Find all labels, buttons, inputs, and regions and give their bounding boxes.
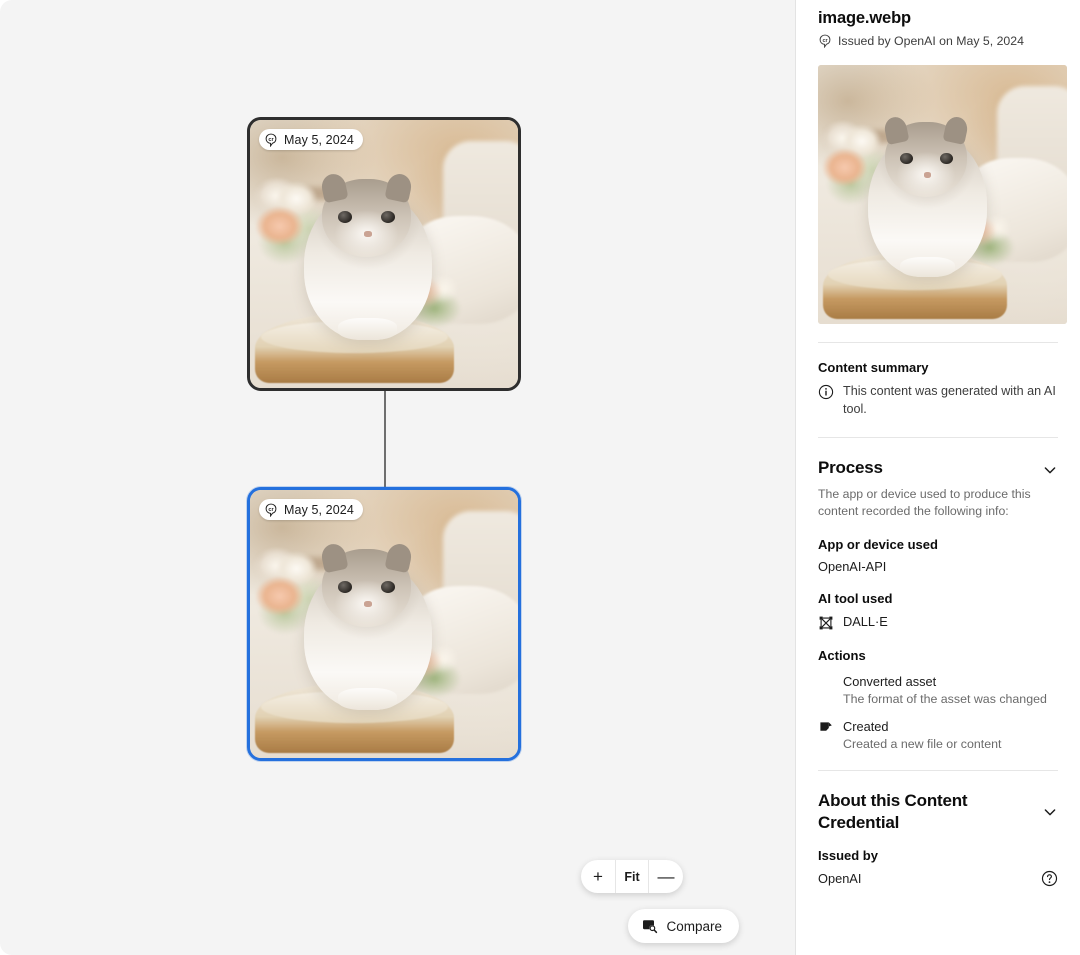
hero-image bbox=[818, 65, 1067, 324]
app-device-label: App or device used bbox=[818, 537, 1058, 552]
content-credentials-icon: cr bbox=[818, 34, 832, 48]
issued-by-label: Issued by bbox=[818, 848, 1058, 863]
node-thumbnail-selected bbox=[250, 490, 518, 758]
graph-node-parent[interactable]: cr May 5, 2024 bbox=[247, 117, 521, 391]
ai-tool-value: DALL·E bbox=[843, 614, 888, 629]
process-heading: Process bbox=[818, 457, 883, 479]
compare-image-icon bbox=[642, 918, 658, 934]
issued-by-value: OpenAI bbox=[818, 871, 861, 886]
content-credentials-icon: cr bbox=[264, 503, 278, 517]
ai-tool-row: DALL·E bbox=[818, 614, 1058, 631]
content-summary-heading: Content summary bbox=[818, 360, 1058, 375]
divider bbox=[818, 437, 1058, 438]
actions-label: Actions bbox=[818, 648, 1058, 663]
graph-node-selected[interactable]: cr May 5, 2024 bbox=[247, 487, 521, 761]
credential-badge-date: May 5, 2024 bbox=[284, 133, 354, 147]
action-description: The format of the asset was changed bbox=[843, 691, 1047, 708]
svg-text:cr: cr bbox=[822, 38, 828, 44]
credential-badge-date: May 5, 2024 bbox=[284, 503, 354, 517]
node-connector-line bbox=[384, 389, 386, 489]
details-panel: image.webp cr Issued by OpenAI on May 5,… bbox=[796, 0, 1080, 955]
action-title: Created bbox=[843, 719, 1001, 734]
process-description: The app or device used to produce this c… bbox=[818, 486, 1058, 520]
action-item-converted: Converted asset The format of the asset … bbox=[818, 674, 1058, 708]
content-summary-row: This content was generated with an AI to… bbox=[818, 383, 1058, 419]
action-description: Created a new file or content bbox=[843, 736, 1001, 753]
dalle-icon bbox=[818, 615, 834, 631]
svg-text:cr: cr bbox=[268, 507, 274, 513]
hero-photo bbox=[818, 65, 1067, 324]
node-thumbnail-parent bbox=[250, 120, 518, 388]
chevron-down-icon[interactable] bbox=[1042, 462, 1058, 478]
action-title: Converted asset bbox=[843, 674, 1047, 689]
ai-tool-label: AI tool used bbox=[818, 591, 1058, 606]
help-circle-icon[interactable] bbox=[1041, 870, 1058, 887]
action-item-created: Created Created a new file or content bbox=[818, 719, 1058, 753]
provenance-canvas[interactable]: cr May 5, 2024 bbox=[0, 0, 796, 955]
divider bbox=[818, 342, 1058, 343]
credential-badge-selected[interactable]: cr May 5, 2024 bbox=[259, 499, 363, 520]
content-summary-text: This content was generated with an AI to… bbox=[843, 383, 1058, 419]
compare-label: Compare bbox=[666, 919, 722, 934]
about-section-header[interactable]: About this Content Credential bbox=[818, 790, 1058, 834]
app-device-value: OpenAI-API bbox=[818, 559, 1058, 574]
canvas-inner: cr May 5, 2024 bbox=[0, 0, 795, 955]
content-credentials-icon: cr bbox=[264, 133, 278, 147]
issued-by-row: OpenAI bbox=[818, 870, 1058, 887]
panel-issued-text: Issued by OpenAI on May 5, 2024 bbox=[838, 34, 1024, 48]
about-heading: About this Content Credential bbox=[818, 790, 1016, 834]
zoom-controls[interactable]: + Fit — bbox=[581, 860, 683, 893]
divider bbox=[818, 770, 1058, 771]
compare-button[interactable]: Compare bbox=[628, 909, 739, 943]
zoom-fit-button[interactable]: Fit bbox=[615, 860, 649, 893]
panel-issued-line: cr Issued by OpenAI on May 5, 2024 bbox=[818, 34, 1058, 48]
credential-badge-parent[interactable]: cr May 5, 2024 bbox=[259, 129, 363, 150]
content-credentials-viewer: cr May 5, 2024 bbox=[0, 0, 1080, 955]
panel-file-name: image.webp bbox=[818, 9, 1058, 28]
created-icon bbox=[818, 720, 834, 736]
info-icon bbox=[818, 384, 834, 400]
svg-text:cr: cr bbox=[268, 137, 274, 143]
zoom-out-button[interactable]: — bbox=[649, 860, 683, 893]
zoom-in-button[interactable]: + bbox=[581, 860, 615, 893]
chevron-down-icon[interactable] bbox=[1042, 804, 1058, 820]
process-section-header[interactable]: Process bbox=[818, 457, 1058, 479]
